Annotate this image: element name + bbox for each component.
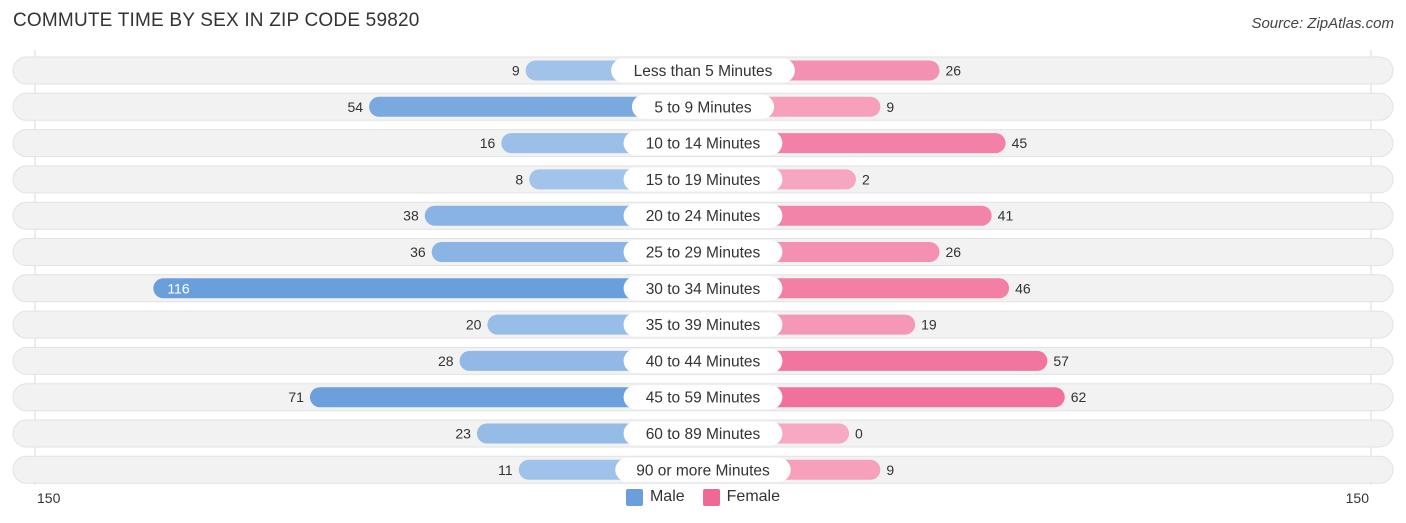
category-label: Less than 5 Minutes	[634, 63, 773, 80]
category-label: 10 to 14 Minutes	[646, 136, 761, 153]
value-label-female: 19	[921, 317, 937, 333]
value-label-male: 28	[438, 353, 454, 369]
value-label-male: 116	[167, 280, 190, 296]
category-label: 30 to 34 Minutes	[646, 281, 761, 298]
value-label-male: 16	[480, 135, 496, 151]
category-label: 25 to 29 Minutes	[646, 245, 761, 262]
bar-male	[153, 278, 703, 299]
value-label-female: 26	[945, 63, 961, 79]
value-label-male: 38	[403, 208, 419, 224]
legend: Male Female	[0, 488, 1406, 506]
category-label: 45 to 59 Minutes	[646, 390, 761, 407]
value-label-male: 20	[466, 317, 482, 333]
category-label: 35 to 39 Minutes	[646, 317, 761, 334]
value-label-female: 62	[1071, 389, 1087, 405]
value-label-female: 46	[1015, 280, 1031, 296]
value-label-female: 2	[862, 171, 870, 187]
value-label-male: 36	[410, 244, 426, 260]
value-label-female: 45	[1012, 135, 1028, 151]
legend-item-female[interactable]: Female	[702, 488, 781, 506]
legend-label-female: Female	[726, 488, 781, 505]
legend-swatch-male	[625, 488, 643, 506]
category-label: 60 to 89 Minutes	[646, 426, 761, 443]
category-label: 15 to 19 Minutes	[646, 172, 761, 189]
value-label-male: 11	[498, 462, 513, 478]
category-label: 20 to 24 Minutes	[646, 208, 761, 225]
legend-swatch-female	[702, 488, 720, 506]
legend-item-male[interactable]: Male	[625, 488, 685, 506]
value-label-male: 54	[348, 99, 364, 115]
value-label-female: 9	[886, 99, 894, 115]
value-label-male: 8	[515, 171, 523, 187]
chart-canvas: Less than 5 Minutes 9 26 5 to 9 Minutes 54 9 1…	[12, 50, 1394, 485]
value-label-female: 0	[855, 426, 863, 442]
category-label: 90 or more Minutes	[636, 462, 770, 479]
value-label-female: 41	[998, 208, 1014, 224]
legend-label-male: Male	[649, 488, 685, 505]
value-label-male: 9	[512, 63, 520, 79]
category-label: 40 to 44 Minutes	[646, 353, 761, 370]
value-label-female: 26	[945, 244, 961, 260]
category-label: 5 to 9 Minutes	[654, 99, 752, 116]
value-label-male: 71	[288, 389, 304, 405]
value-label-male: 23	[455, 426, 471, 442]
value-label-female: 57	[1053, 353, 1069, 369]
value-label-female: 9	[886, 462, 894, 478]
